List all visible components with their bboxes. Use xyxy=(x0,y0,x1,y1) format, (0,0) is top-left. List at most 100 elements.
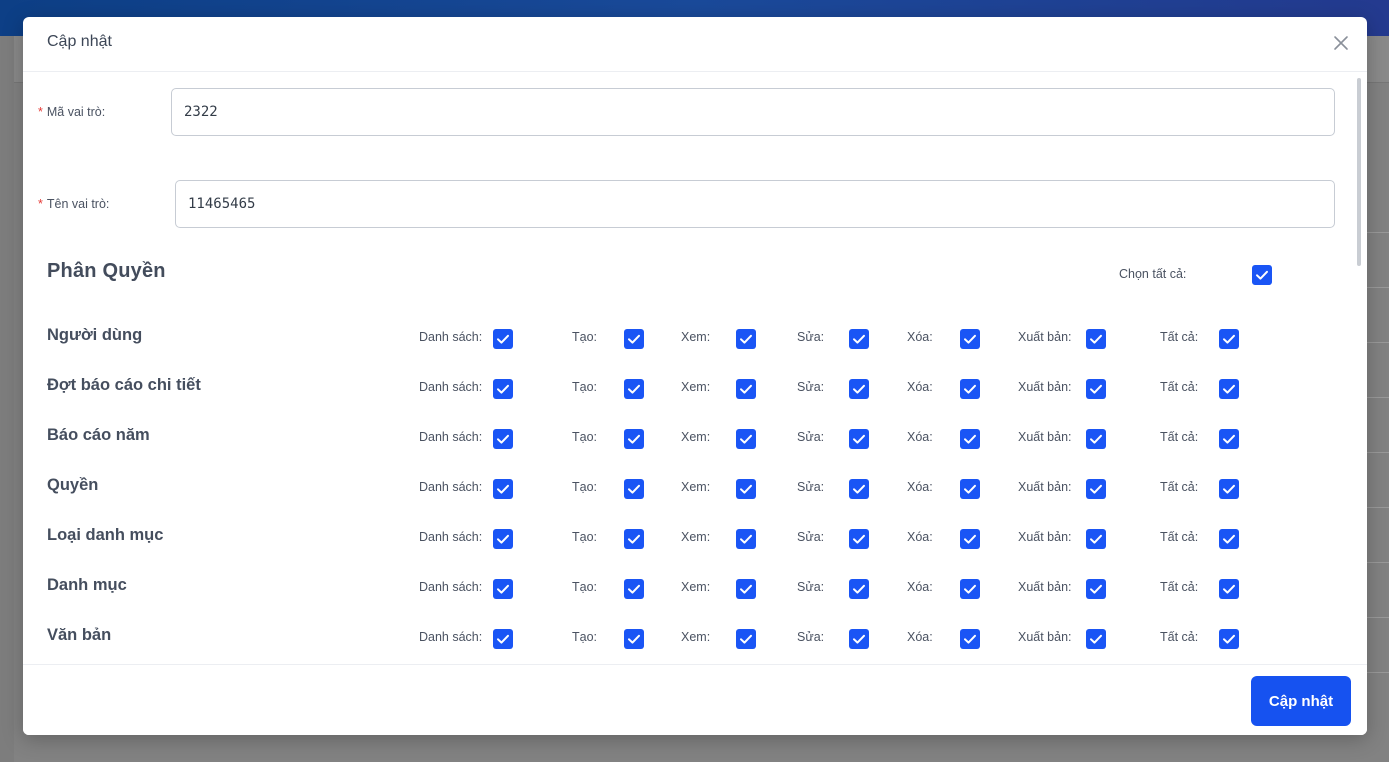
modal-title: Cập nhật xyxy=(47,33,112,50)
role-name-input[interactable] xyxy=(175,180,1335,228)
permission-checkbox-create[interactable] xyxy=(624,379,644,399)
scrollbar-thumb[interactable] xyxy=(1357,78,1361,266)
permission-label-edit: Sửa: xyxy=(797,330,825,344)
check-icon xyxy=(740,334,752,344)
permission-checkbox-publish[interactable] xyxy=(1086,329,1106,349)
permission-checkbox-all[interactable] xyxy=(1219,379,1239,399)
permission-label-edit: Sửa: xyxy=(797,630,825,644)
permission-checkbox-list[interactable] xyxy=(493,529,513,549)
check-icon xyxy=(497,634,509,644)
check-icon xyxy=(740,584,752,594)
role-name-label-text: Tên vai trò: xyxy=(46,197,110,211)
check-icon xyxy=(497,334,509,344)
check-icon xyxy=(964,434,976,444)
permission-checkbox-edit[interactable] xyxy=(849,529,869,549)
permission-checkbox-create[interactable] xyxy=(624,529,644,549)
check-icon xyxy=(740,634,752,644)
permission-checkbox-delete[interactable] xyxy=(960,429,980,449)
select-all-checkbox[interactable] xyxy=(1252,265,1272,285)
check-icon xyxy=(740,434,752,444)
permission-label-delete: Xóa: xyxy=(907,630,933,644)
permission-checkbox-edit[interactable] xyxy=(849,579,869,599)
permission-checkbox-delete[interactable] xyxy=(960,479,980,499)
check-icon xyxy=(1090,634,1102,644)
permission-checkbox-create[interactable] xyxy=(624,579,644,599)
check-icon xyxy=(497,484,509,494)
permission-checkbox-all[interactable] xyxy=(1219,529,1239,549)
check-icon xyxy=(964,584,976,594)
permission-checkbox-view[interactable] xyxy=(736,329,756,349)
permission-checkbox-create[interactable] xyxy=(624,629,644,649)
permission-checkbox-delete[interactable] xyxy=(960,329,980,349)
permission-checkbox-delete[interactable] xyxy=(960,579,980,599)
check-icon xyxy=(1223,384,1235,394)
permission-label-list: Danh sách: xyxy=(419,330,483,344)
permission-label-publish: Xuất bản: xyxy=(1018,480,1072,494)
permission-checkbox-delete[interactable] xyxy=(960,379,980,399)
permission-label-all: Tất cả: xyxy=(1160,630,1199,644)
permission-checkbox-list[interactable] xyxy=(493,479,513,499)
permission-checkbox-all[interactable] xyxy=(1219,579,1239,599)
permission-checkbox-list[interactable] xyxy=(493,579,513,599)
modal-scrollbar[interactable] xyxy=(1357,78,1361,653)
permission-checkbox-edit[interactable] xyxy=(849,479,869,499)
check-icon xyxy=(628,634,640,644)
permission-checkbox-delete[interactable] xyxy=(960,629,980,649)
permission-row-name: Báo cáo năm xyxy=(47,426,150,444)
permission-row-name: Đợt báo cáo chi tiết xyxy=(47,376,201,394)
close-button[interactable] xyxy=(1331,33,1351,53)
permission-label-view: Xem: xyxy=(681,430,711,444)
permission-checkbox-create[interactable] xyxy=(624,479,644,499)
permission-checkbox-publish[interactable] xyxy=(1086,429,1106,449)
check-icon xyxy=(853,484,865,494)
permission-checkbox-list[interactable] xyxy=(493,379,513,399)
check-icon xyxy=(1090,484,1102,494)
permission-row-name: Quyền xyxy=(47,476,99,494)
check-icon xyxy=(964,534,976,544)
permission-label-view: Xem: xyxy=(681,530,711,544)
permission-checkbox-publish[interactable] xyxy=(1086,379,1106,399)
permission-row: Đợt báo cáo chi tiết Danh sách: Tạo: Xem: Sử… xyxy=(23,376,1367,410)
permission-checkbox-all[interactable] xyxy=(1219,479,1239,499)
check-icon xyxy=(628,334,640,344)
permission-checkbox-edit[interactable] xyxy=(849,329,869,349)
update-button[interactable]: Cập nhật xyxy=(1251,676,1351,726)
permission-checkbox-list[interactable] xyxy=(493,329,513,349)
permission-checkbox-create[interactable] xyxy=(624,329,644,349)
check-icon xyxy=(1090,384,1102,394)
permission-checkbox-create[interactable] xyxy=(624,429,644,449)
permission-row-name: Người dùng xyxy=(47,326,143,344)
permission-checkbox-publish[interactable] xyxy=(1086,579,1106,599)
permission-checkbox-all[interactable] xyxy=(1219,329,1239,349)
permission-checkbox-all[interactable] xyxy=(1219,629,1239,649)
permission-checkbox-view[interactable] xyxy=(736,529,756,549)
check-icon xyxy=(497,584,509,594)
permission-label-all: Tất cả: xyxy=(1160,530,1199,544)
permission-checkbox-delete[interactable] xyxy=(960,529,980,549)
permission-checkbox-list[interactable] xyxy=(493,629,513,649)
permission-checkbox-edit[interactable] xyxy=(849,629,869,649)
permission-checkbox-publish[interactable] xyxy=(1086,529,1106,549)
permission-checkbox-view[interactable] xyxy=(736,479,756,499)
permission-checkbox-all[interactable] xyxy=(1219,429,1239,449)
permission-checkbox-view[interactable] xyxy=(736,379,756,399)
permissions-title: Phân Quyền xyxy=(47,260,166,282)
permission-checkbox-publish[interactable] xyxy=(1086,629,1106,649)
permission-checkbox-list[interactable] xyxy=(493,429,513,449)
close-icon[interactable] xyxy=(1331,33,1351,53)
permission-checkbox-view[interactable] xyxy=(736,579,756,599)
permission-label-edit: Sửa: xyxy=(797,430,825,444)
permission-checkbox-publish[interactable] xyxy=(1086,479,1106,499)
permission-checkbox-view[interactable] xyxy=(736,429,756,449)
check-icon xyxy=(497,534,509,544)
permission-row: Loại danh mục Danh sách: Tạo: Xem: Sửa: Xóa: X… xyxy=(23,526,1367,560)
permission-checkbox-edit[interactable] xyxy=(849,429,869,449)
check-icon xyxy=(1223,534,1235,544)
permission-checkbox-view[interactable] xyxy=(736,629,756,649)
check-icon xyxy=(628,534,640,544)
permission-checkbox-edit[interactable] xyxy=(849,379,869,399)
role-code-label: * Mã vai trò: xyxy=(38,105,105,119)
permission-label-all: Tất cả: xyxy=(1160,430,1199,444)
required-mark: * xyxy=(38,197,43,211)
role-code-input[interactable] xyxy=(171,88,1335,136)
